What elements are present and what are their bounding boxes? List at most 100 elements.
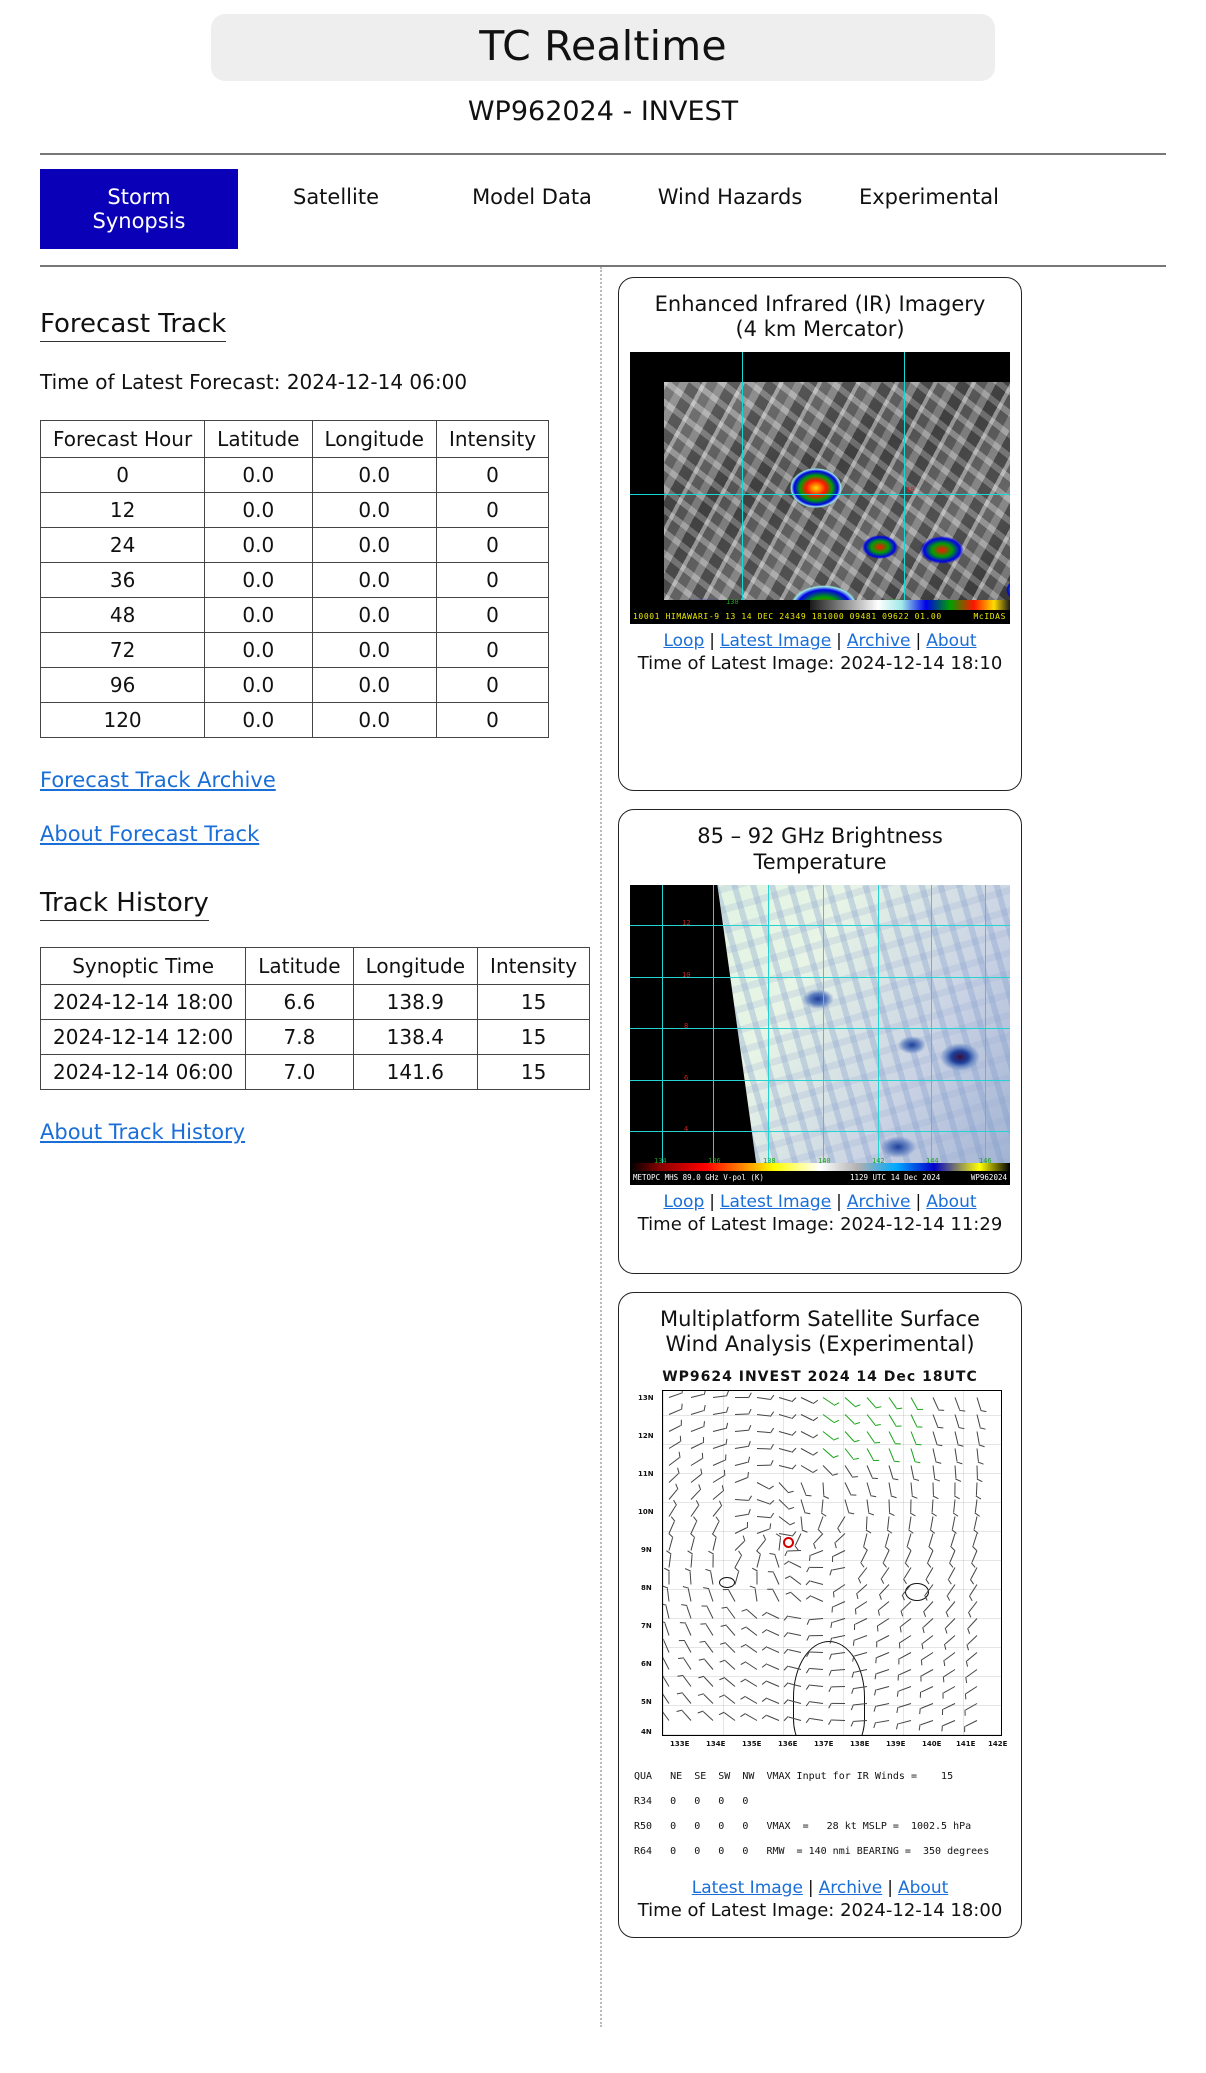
wind-barb <box>888 1465 894 1479</box>
wind-y-tick: 7N <box>641 1622 652 1631</box>
mw-latest-image-link[interactable]: Latest Image <box>720 1192 831 1212</box>
wind-barb <box>876 1720 890 1724</box>
wind-barb <box>974 1499 978 1513</box>
wind-barb <box>813 1533 824 1544</box>
wind-barb <box>706 1606 714 1619</box>
wind-barb <box>844 1499 850 1513</box>
tab-storm-synopsis[interactable]: Storm Synopsis <box>40 169 238 250</box>
wind-barb <box>734 1541 745 1552</box>
link-separator: | <box>709 1191 715 1212</box>
ir-image-container[interactable]: 10 130 135 10001 HIMAWARI-9 13 14 DEC 24… <box>629 352 1011 625</box>
ir-image-field <box>664 382 1010 601</box>
wind-barb <box>766 1664 780 1671</box>
wind-barb <box>689 1571 692 1585</box>
wind-barb <box>663 1692 670 1704</box>
wind-barb <box>668 1489 678 1500</box>
wind-x-tick: 135E <box>742 1740 762 1749</box>
ir-gridline-horizontal <box>630 494 1010 496</box>
wind-barb <box>756 1571 758 1585</box>
column-header-synoptic-time: Synoptic Time <box>39 947 247 986</box>
wind-barb <box>822 1414 834 1423</box>
wind-barb <box>866 1431 875 1443</box>
wind-barb <box>734 1446 748 1450</box>
wind-latest-image-link[interactable]: Latest Image <box>692 1878 803 1898</box>
about-forecast-track-link[interactable]: About Forecast Track <box>40 822 259 846</box>
wind-barb <box>866 1499 870 1513</box>
wind-y-tick: 10N <box>638 1508 654 1517</box>
wind-barb <box>690 1442 703 1450</box>
ir-satellite-image[interactable]: 10 130 135 10001 HIMAWARI-9 13 14 DEC 24… <box>630 352 1010 625</box>
ir-gridline-vertical <box>742 352 743 601</box>
ir-about-link[interactable]: About <box>926 631 976 651</box>
ir-latest-image-time: Time of Latest Image: 2024-12-14 18:10 <box>637 653 1003 675</box>
cell-longitude: 138.4 <box>352 1019 479 1056</box>
wind-barb <box>734 1413 749 1416</box>
table-row: 120 0.0 0.0 0 <box>39 702 550 739</box>
wind-barb <box>942 1720 956 1727</box>
mw-archive-link[interactable]: Archive <box>847 1192 911 1212</box>
wind-barb <box>865 1516 868 1530</box>
cell-latitude: 0.0 <box>204 702 313 739</box>
ir-lon-label: 130 <box>726 598 739 607</box>
wind-barb <box>949 1550 956 1563</box>
forecast-track-archive-link[interactable]: Forecast Track Archive <box>40 768 276 792</box>
wind-about-link[interactable]: About <box>898 1878 948 1898</box>
ir-archive-link[interactable]: Archive <box>847 631 911 651</box>
wind-y-tick: 8N <box>641 1584 652 1593</box>
mw-card-links: Loop | Latest Image | Archive | About <box>629 1192 1011 1212</box>
wind-barb <box>734 1477 748 1484</box>
cell-intensity: 0 <box>435 562 550 599</box>
mw-lat-label: 12 <box>682 918 691 927</box>
wind-barb <box>766 1681 780 1688</box>
wind-barb <box>800 1431 813 1439</box>
wind-barb <box>712 1411 726 1416</box>
wind-barb <box>756 1516 770 1519</box>
forecast-track-archive-link-row: Forecast Track Archive <box>40 768 580 792</box>
mw-gridline-vertical <box>662 884 663 1167</box>
tab-model-data[interactable]: Model Data <box>434 169 630 249</box>
wind-barb <box>666 1588 670 1602</box>
wind-barb <box>690 1458 703 1467</box>
wind-barb <box>778 1499 789 1510</box>
card-microwave: 85 – 92 GHz Brightness Temperature 12 10… <box>618 809 1022 1274</box>
ir-caption-text: 10001 HIMAWARI-9 13 14 DEC 24349 181000 … <box>633 612 942 622</box>
tab-satellite[interactable]: Satellite <box>238 169 434 249</box>
wind-x-tick: 142E <box>988 1740 1008 1749</box>
wind-barb <box>668 1392 682 1399</box>
cell-latitude: 0.0 <box>204 562 313 599</box>
mw-colorbar <box>630 1162 1010 1171</box>
tab-wind-hazards[interactable]: Wind Hazards <box>630 169 830 249</box>
tab-experimental[interactable]: Experimental <box>830 169 1028 249</box>
wind-barb <box>756 1482 769 1490</box>
wind-barb <box>756 1464 771 1467</box>
ir-lat-label: 10 <box>906 486 915 495</box>
wind-barb <box>663 1709 670 1721</box>
wind-barb <box>844 1397 856 1407</box>
wind-x-tick: 139E <box>886 1740 906 1749</box>
wind-barb <box>789 1561 802 1569</box>
ir-loop-link[interactable]: Loop <box>663 631 704 651</box>
wind-barb <box>809 1566 824 1569</box>
wind-analysis-chart[interactable]: 13N 12N 11N 10N 9N 8N 7N 6N 5N 4N 133E 1… <box>636 1388 1008 1759</box>
wind-barb <box>703 1711 714 1722</box>
latest-forecast-time: Time of Latest Forecast: 2024-12-14 06:0… <box>40 370 468 395</box>
ir-latest-image-link[interactable]: Latest Image <box>720 631 831 651</box>
microwave-image[interactable]: 12 10 8 6 4 134 136 138 140 142 144 146 … <box>630 884 1010 1185</box>
wind-barb <box>966 1652 978 1662</box>
wind-barb <box>766 1715 780 1722</box>
cell-forecast-hour: 48 <box>39 597 206 634</box>
wind-barb <box>898 1669 912 1676</box>
wind-barb <box>927 1550 934 1563</box>
about-track-history-link[interactable]: About Track History <box>40 1120 245 1144</box>
wind-barb <box>822 1482 825 1496</box>
microwave-image-container[interactable]: 12 10 8 6 4 134 136 138 140 142 144 146 … <box>629 884 1011 1185</box>
cell-forecast-hour: 24 <box>39 527 206 564</box>
wind-archive-link[interactable]: Archive <box>819 1878 883 1898</box>
wind-barb <box>734 1555 742 1568</box>
link-separator: | <box>709 631 715 652</box>
mw-loop-link[interactable]: Loop <box>663 1192 704 1212</box>
mw-about-link[interactable]: About <box>926 1192 976 1212</box>
wind-barb <box>790 1576 802 1586</box>
wind-barb <box>704 1641 714 1653</box>
wind-barb <box>954 1397 961 1411</box>
